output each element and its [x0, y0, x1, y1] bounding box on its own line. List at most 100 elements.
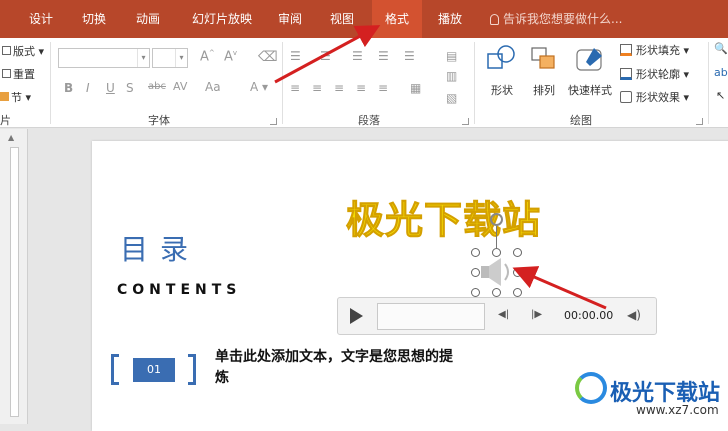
seek-bar[interactable] [377, 303, 485, 330]
rotate-handle-icon[interactable] [490, 213, 503, 226]
resize-handle[interactable] [471, 288, 480, 297]
find-icon[interactable]: 🔍 [714, 42, 728, 55]
resize-handle[interactable] [492, 288, 501, 297]
item-text[interactable]: 单击此处添加文本，文字是您思想的提炼 [215, 347, 455, 389]
resize-handle[interactable] [513, 268, 522, 277]
chevron-down-icon: ▾ [137, 49, 149, 67]
shape-fill-button[interactable]: 形状填充 ▾ [620, 42, 689, 58]
font-dialog-launcher[interactable] [270, 118, 277, 125]
section-icon [0, 92, 9, 101]
resize-handle[interactable] [492, 248, 501, 257]
resize-handle[interactable] [471, 248, 480, 257]
columns-icon[interactable]: ▦ [410, 81, 421, 95]
scrollbar[interactable] [10, 147, 19, 417]
resize-handle[interactable] [513, 248, 522, 257]
play-icon[interactable] [350, 308, 363, 324]
paint-bucket-icon [620, 44, 632, 56]
align-left-icon[interactable]: ≡ [290, 81, 300, 95]
tab-slideshow[interactable]: 幻灯片放映 [182, 0, 262, 38]
text-direction-icon[interactable]: ▤ [446, 49, 457, 63]
tab-design[interactable]: 设计 [22, 0, 60, 38]
tab-format[interactable]: 格式 [372, 0, 422, 38]
quick-styles-label: 快速样式 [568, 84, 612, 97]
reset-button[interactable]: 重置 [2, 66, 35, 82]
font-name-combo[interactable]: ▾ [58, 48, 150, 68]
bold-icon[interactable]: B [64, 81, 73, 95]
slides-group-label: 片 [0, 114, 11, 127]
arrange-button[interactable]: 排列 [526, 42, 562, 102]
font-size-combo[interactable]: ▾ [152, 48, 188, 68]
align-right-icon[interactable]: ≡ [334, 81, 344, 95]
rotate-stem [496, 226, 497, 248]
skip-back-icon[interactable]: ◀| [498, 309, 509, 320]
tab-transitions[interactable]: 切换 [74, 0, 114, 38]
increase-indent-icon[interactable]: ☰ [378, 49, 389, 63]
numbering-icon[interactable]: ☰ [320, 49, 331, 63]
ribbon: 版式 ▾ 重置 节 ▾ 片 ▾ ▾ A^ Av ⌫ B I U S abc AV… [0, 38, 728, 128]
bullets-icon[interactable]: ☰ [290, 49, 301, 63]
grow-font-icon[interactable]: A^ [200, 49, 215, 64]
font-group-label: 字体 [148, 114, 170, 127]
slide-title[interactable]: 目录 [120, 228, 200, 268]
separator [282, 42, 283, 124]
reset-label: 重置 [13, 68, 35, 81]
align-center-icon[interactable]: ≡ [312, 81, 322, 95]
layout-button[interactable]: 版式 ▾ [2, 43, 44, 59]
resize-handle[interactable] [471, 268, 480, 277]
arrange-label: 排列 [533, 84, 555, 97]
tab-view[interactable]: 视图 [322, 0, 362, 38]
strikethrough-icon[interactable]: abc [148, 81, 166, 92]
shape-outline-button[interactable]: 形状轮廓 ▾ [620, 66, 689, 82]
justify-icon[interactable]: ≡ [356, 81, 366, 95]
paragraph-dialog-launcher[interactable] [462, 118, 469, 125]
quick-styles-button[interactable]: 快速样式 [565, 42, 615, 102]
drawing-group-label: 绘图 [570, 114, 592, 127]
shrink-font-icon[interactable]: Av [224, 49, 237, 64]
pen-icon [620, 68, 632, 80]
chevron-down-icon: ▾ [175, 49, 187, 67]
separator [708, 42, 709, 124]
skip-forward-icon[interactable]: |▶ [531, 309, 542, 320]
paragraph-group-label: 段落 [358, 114, 380, 127]
tab-review[interactable]: 审阅 [272, 0, 308, 38]
clear-format-icon[interactable]: ⌫ [258, 49, 278, 65]
shapes-button[interactable]: 形状 [484, 42, 520, 102]
shape-fill-label: 形状填充 [636, 44, 680, 57]
shadow-icon[interactable]: S [126, 81, 134, 95]
shapes-label: 形状 [491, 84, 513, 97]
align-text-icon[interactable]: ▥ [446, 69, 457, 83]
media-player: ◀| |▶ 00:00.00 ◀) [337, 297, 657, 335]
underline-icon[interactable]: U [106, 81, 115, 95]
layout-label: 版式 [13, 45, 35, 58]
layout-icon [2, 46, 11, 55]
tab-playback[interactable]: 播放 [432, 0, 468, 38]
section-button[interactable]: 节 ▾ [0, 89, 31, 105]
distributed-icon[interactable]: ≡ [378, 81, 388, 95]
slide-subtitle[interactable]: CONTENTS [117, 282, 241, 298]
line-spacing-icon[interactable]: ☰ [404, 49, 415, 63]
tell-me-box[interactable]: 告诉我您想要做什么... [490, 0, 622, 38]
effects-icon [620, 91, 632, 103]
scroll-up-icon[interactable]: ▲ [8, 133, 14, 142]
font-color-icon[interactable]: A ▾ [250, 80, 268, 94]
select-icon[interactable]: ↖ [716, 89, 725, 102]
replace-icon[interactable]: ab [714, 66, 728, 79]
volume-icon[interactable]: ◀) [627, 308, 641, 322]
wordart-text[interactable]: 极光下载站 [345, 189, 541, 244]
change-case-icon[interactable]: Aa [205, 80, 221, 94]
lightbulb-icon [490, 14, 499, 25]
tab-animations[interactable]: 动画 [128, 0, 168, 38]
decrease-indent-icon[interactable]: ☰ [352, 49, 363, 63]
smartart-icon[interactable]: ▧ [446, 91, 457, 105]
resize-handle[interactable] [513, 288, 522, 297]
quick-styles-icon [576, 48, 602, 71]
char-spacing-icon[interactable]: AV [173, 80, 187, 93]
separator [474, 42, 475, 124]
right-bracket [188, 354, 196, 385]
watermark-url: www.xz7.com [636, 403, 719, 417]
italic-icon[interactable]: I [86, 81, 90, 95]
shape-effects-button[interactable]: 形状效果 ▾ [620, 89, 689, 105]
audio-object[interactable] [475, 252, 517, 292]
drawing-dialog-launcher[interactable] [696, 118, 703, 125]
section-label: 节 [11, 91, 22, 104]
